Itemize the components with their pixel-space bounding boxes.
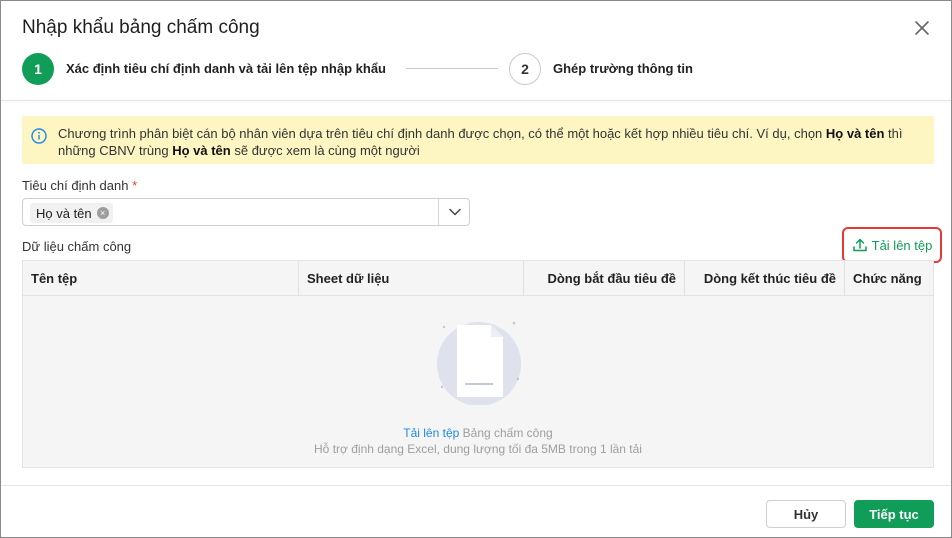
upload-icon (852, 238, 867, 252)
column-header-start-row: Dòng bắt đầu tiêu đề (523, 261, 684, 296)
column-header-end-row: Dòng kết thúc tiêu đề (684, 261, 844, 296)
empty-state-message: Tải lên tệp Bảng chấm công (403, 426, 553, 440)
empty-state-hint: Hỗ trợ định dạng Excel, dung lượng tối đ… (314, 442, 642, 456)
tag-remove-icon[interactable]: × (96, 207, 109, 219)
required-mark: * (132, 178, 138, 193)
step-1-indicator: 1 (22, 53, 54, 85)
timesheet-table: Tên tệp Sheet dữ liệu Dòng bắt đầu tiêu … (22, 260, 934, 468)
empty-upload-link[interactable]: Tải lên tệp (403, 426, 459, 440)
criteria-select[interactable]: Họ và tên × (22, 198, 470, 226)
dialog-title: Nhập khẩu bảng chấm công (22, 17, 260, 38)
selected-tag: Họ và tên × (30, 203, 113, 223)
header-divider (1, 100, 951, 101)
table-header: Tên tệp Sheet dữ liệu Dòng bắt đầu tiêu … (23, 261, 933, 296)
criteria-label: Tiêu chí định danh * (22, 178, 138, 193)
cancel-button[interactable]: Hủy (766, 500, 846, 528)
empty-document-illustration (437, 321, 521, 405)
stepper: 1 Xác định tiêu chí định danh và tải lên… (22, 53, 922, 85)
upload-file-button[interactable]: Tải lên tệp (842, 227, 942, 263)
info-icon (31, 128, 47, 144)
continue-button[interactable]: Tiếp tục (854, 500, 934, 528)
selected-tag-label: Họ và tên (36, 205, 92, 221)
column-header-file-name: Tên tệp (31, 271, 78, 286)
info-text: Chương trình phân biệt cán bộ nhân viên … (58, 126, 903, 158)
step-1-label: Xác định tiêu chí định danh và tải lên t… (66, 61, 386, 76)
close-button[interactable] (909, 15, 935, 41)
info-banner: Chương trình phân biệt cán bộ nhân viên … (22, 116, 934, 164)
column-header-actions: Chức năng (844, 261, 933, 296)
upload-file-label: Tải lên tệp (871, 237, 933, 253)
dropdown-toggle[interactable] (439, 199, 470, 225)
step-connector (406, 68, 498, 69)
chevron-down-icon (448, 208, 461, 216)
column-header-sheet: Sheet dữ liệu (298, 261, 523, 296)
empty-state: Tải lên tệp Bảng chấm công Hỗ trợ định d… (23, 297, 933, 467)
import-timesheet-dialog: Nhập khẩu bảng chấm công 1 Xác định tiêu… (0, 0, 952, 538)
timesheet-data-label: Dữ liệu chấm công (22, 239, 132, 254)
footer-divider (1, 485, 951, 486)
step-2-label: Ghép trường thông tin (553, 61, 693, 76)
step-2-indicator: 2 (509, 53, 541, 85)
close-icon (915, 21, 929, 35)
